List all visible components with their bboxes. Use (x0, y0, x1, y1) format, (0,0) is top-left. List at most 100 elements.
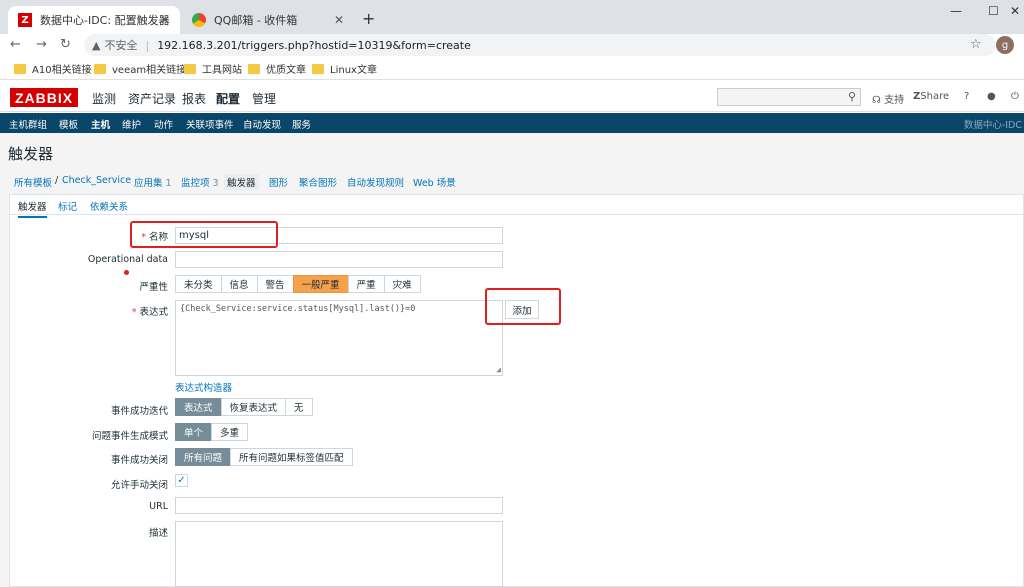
severity-disaster[interactable]: 灾难 (383, 275, 421, 293)
user-icon[interactable]: ● (987, 91, 996, 102)
warning-icon: ▲ (92, 38, 101, 52)
severity-label: 严重性 (139, 282, 168, 293)
opdata-input[interactable] (175, 251, 503, 268)
severity-warning[interactable]: 警告 (256, 275, 294, 293)
tab-tags[interactable]: 标记 (58, 199, 77, 213)
ok-close-label: 事件成功关闭 (110, 455, 168, 466)
ok-event-none[interactable]: 无 (285, 398, 313, 416)
menu-inventory[interactable]: 资产记录 (128, 90, 176, 107)
help-button[interactable]: ? (964, 91, 969, 102)
severity-high[interactable]: 严重 (347, 275, 385, 293)
close-window-button[interactable]: ✕ (1010, 4, 1020, 18)
tab-dependencies[interactable]: 依赖关系 (90, 199, 128, 213)
annotation-dot (124, 270, 129, 275)
minimize-button[interactable]: — (950, 4, 962, 18)
severity-selector: 未分类 信息 警告 一般严重 严重 灾难 (175, 275, 421, 293)
severity-information[interactable]: 信息 (220, 275, 258, 293)
breadcrumb-separator: / (55, 175, 59, 186)
expression-textarea[interactable]: {Check_Service:service.status[Mysql].las… (175, 300, 503, 376)
ok-event-expression[interactable]: 表达式 (175, 398, 222, 416)
tab-title: 数据中心-IDC: 配置触发器 (40, 14, 170, 27)
url-input[interactable]: ▲ 不安全 | 192.168.3.201/triggers.php?hosti… (84, 34, 996, 56)
severity-not-classified[interactable]: 未分类 (175, 275, 222, 293)
submenu-maintenance[interactable]: 维护 (122, 117, 141, 131)
breadcrumb-all-templates[interactable]: 所有模板 (14, 175, 52, 189)
description-label: 描述 (148, 528, 168, 539)
breadcrumb-discovery[interactable]: 自动发现规则 (347, 175, 404, 189)
headset-icon: ☊ (872, 95, 881, 106)
profile-avatar[interactable]: g (996, 36, 1014, 54)
back-button[interactable]: ← (10, 37, 21, 52)
submenu-actions[interactable]: 动作 (154, 117, 173, 131)
manual-close-checkbox[interactable]: ✓ (175, 474, 188, 487)
problem-mode-label: 问题事件生成模式 (91, 431, 168, 442)
breadcrumb-screens[interactable]: 聚合图形 (299, 175, 337, 189)
bookmark-item[interactable]: Linux文章 (312, 61, 377, 76)
zabbix-logo[interactable]: ZABBIX (10, 88, 78, 107)
ok-event-recovery-expression[interactable]: 恢复表达式 (220, 398, 287, 416)
menu-administration[interactable]: 管理 (252, 90, 276, 107)
severity-average[interactable]: 一般严重 (292, 275, 349, 293)
zabbix-submenu: 主机群组 模板 主机 维护 动作 关联项事件 自动发现 服务 数据中心-IDC (0, 113, 1024, 133)
reload-button[interactable]: ↻ (60, 37, 71, 52)
breadcrumb-applications[interactable]: 应用集 1 (134, 175, 172, 189)
power-icon[interactable]: ⏻ (1011, 91, 1019, 102)
manual-close-label: 允许手动关闭 (110, 480, 168, 491)
breadcrumb-triggers[interactable]: 触发器 (224, 174, 259, 190)
menu-reports[interactable]: 报表 (182, 90, 206, 107)
bookmark-item[interactable]: veeam相关链接 (94, 61, 186, 76)
search-icon[interactable]: ⚲ (848, 90, 856, 103)
ok-event-label: 事件成功迭代 (110, 406, 168, 417)
submenu-event-correlation[interactable]: 关联项事件 (186, 117, 234, 131)
bookmark-item[interactable]: 工具网站 (184, 61, 242, 76)
breadcrumb-web[interactable]: Web 场景 (413, 175, 456, 189)
tab-close-icon[interactable]: ✕ (334, 13, 344, 27)
description-textarea[interactable] (175, 521, 503, 587)
problem-mode-multiple[interactable]: 多重 (211, 423, 249, 441)
breadcrumb-items[interactable]: 监控项 3 (181, 175, 219, 189)
annotation-box-name (130, 221, 278, 248)
new-tab-button[interactable]: + (362, 9, 375, 28)
ok-close-tag-match[interactable]: 所有问题如果标签值匹配 (230, 448, 353, 466)
qq-favicon-icon (192, 13, 206, 27)
checkmark-icon: ✓ (177, 475, 186, 486)
support-link[interactable]: ☊ 支持 (872, 91, 904, 106)
url-field[interactable] (175, 497, 503, 514)
tab-close-icon[interactable]: ✕ (160, 13, 170, 27)
zabbix-favicon-icon: Z (18, 13, 32, 27)
bookmark-star-icon[interactable]: ☆ (970, 37, 982, 52)
resize-handle-icon[interactable]: ◢ (496, 365, 501, 374)
expression-label: * 表达式 (131, 307, 168, 318)
tab-trigger[interactable]: 触发器 (18, 199, 47, 218)
submenu-templates[interactable]: 模板 (59, 117, 78, 131)
browser-tab-zabbix[interactable]: Z 数据中心-IDC: 配置触发器 ✕ (8, 6, 180, 34)
url-text: 192.168.3.201/triggers.php?hostid=10319&… (157, 38, 471, 52)
breadcrumb-host[interactable]: Check_Service (62, 175, 131, 186)
bookmark-item[interactable]: 优质文章 (248, 61, 306, 76)
ok-close-all-problems[interactable]: 所有问题 (175, 448, 232, 466)
global-search-input[interactable]: ⚲ (717, 88, 861, 106)
expression-constructor-link[interactable]: 表达式构造器 (175, 380, 232, 394)
forward-button[interactable]: → (36, 37, 47, 52)
problem-mode-single[interactable]: 单个 (175, 423, 213, 441)
address-bar-row: ← → ↻ ▲ 不安全 | 192.168.3.201/triggers.php… (0, 34, 1024, 56)
breadcrumb-graphs[interactable]: 图形 (269, 175, 288, 189)
maximize-button[interactable]: ☐ (988, 4, 999, 18)
submenu-host-groups[interactable]: 主机群组 (9, 117, 47, 131)
menu-monitoring[interactable]: 监测 (92, 90, 116, 107)
submenu-services[interactable]: 服务 (292, 117, 311, 131)
folder-icon (94, 63, 106, 74)
tab-divider (10, 214, 1023, 215)
zabbix-header: ZABBIX 监测 资产记录 报表 配置 管理 ⚲ ☊ 支持 ZShare ? … (0, 82, 1024, 112)
share-link[interactable]: ZShare (913, 91, 949, 102)
submenu-discovery[interactable]: 自动发现 (243, 117, 281, 131)
browser-tab-qqmail[interactable]: QQ邮箱 - 收件箱 ✕ (182, 6, 354, 34)
security-label[interactable]: 不安全 (104, 37, 137, 53)
ok-close-selector: 所有问题 所有问题如果标签值匹配 (175, 448, 353, 466)
ok-event-selector: 表达式 恢复表达式 无 (175, 398, 313, 416)
tab-title: QQ邮箱 - 收件箱 (214, 14, 298, 27)
submenu-hosts[interactable]: 主机 (91, 117, 110, 131)
menu-configuration[interactable]: 配置 (216, 90, 240, 107)
bookmark-item[interactable]: A10相关链接 (14, 61, 92, 76)
server-name: 数据中心-IDC (963, 120, 1022, 131)
